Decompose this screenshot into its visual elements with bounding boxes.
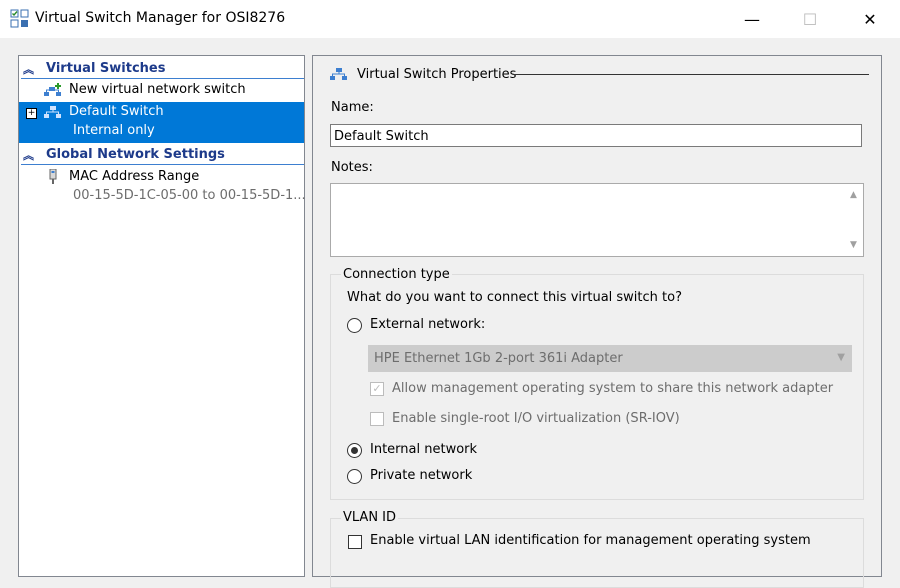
navigation-pane: ︽ Virtual Switches New virtual network s… [18, 55, 306, 577]
expand-plus-icon[interactable]: + [26, 108, 37, 119]
internal-network-radio[interactable] [347, 443, 362, 458]
chevron-down-icon: ▼ [837, 352, 845, 363]
scroll-up-icon[interactable]: ▲ [850, 190, 857, 200]
collapse-chevron-icon[interactable]: ︽ [23, 61, 34, 77]
network-switch-icon [44, 106, 61, 118]
vlan-enable-checkbox[interactable] [348, 535, 362, 549]
sriov-label: Enable single-root I/O virtualization (S… [392, 411, 680, 426]
properties-header: Virtual Switch Properties [329, 66, 869, 86]
section-header-label: Global Network Settings [46, 147, 225, 162]
radio-selected-dot [351, 447, 358, 454]
private-network-label[interactable]: Private network [370, 468, 472, 483]
vlan-enable-label[interactable]: Enable virtual LAN identification for ma… [370, 533, 811, 548]
close-button[interactable]: ✕ [844, 0, 896, 38]
allow-management-label: Allow management operating system to sha… [392, 381, 834, 396]
window-title: Virtual Switch Manager for OSI8276 [35, 10, 286, 26]
tree-item-label: MAC Address Range [69, 169, 200, 184]
scroll-down-icon[interactable]: ▼ [850, 240, 857, 250]
tree-item-label: New virtual network switch [69, 82, 246, 97]
tree-item-mac-address-range[interactable]: MAC Address Range 00-15-5D-1C-05-00 to 0… [19, 167, 306, 207]
section-virtual-switches[interactable]: ︽ Virtual Switches [19, 59, 304, 79]
section-header-label: Virtual Switches [46, 61, 166, 76]
sriov-checkbox[interactable] [370, 412, 384, 426]
allow-management-checkbox[interactable]: ✓ [370, 382, 384, 396]
section-divider [21, 164, 304, 165]
collapse-chevron-icon[interactable]: ︽ [23, 147, 34, 163]
tree-item-new-switch[interactable]: New virtual network switch [19, 80, 304, 102]
maximize-button[interactable]: ☐ [784, 0, 836, 38]
external-network-radio[interactable] [347, 318, 362, 333]
tree-item-sublabel: Internal only [73, 123, 155, 138]
vlan-label: VLAN ID [341, 510, 399, 525]
section-divider [21, 78, 304, 79]
properties-pane: Virtual Switch Properties Name: Default … [312, 55, 882, 588]
tree-item-default-switch[interactable]: + Default Switch Internal only [19, 102, 304, 143]
external-network-label[interactable]: External network: [370, 317, 485, 332]
section-global-network-settings[interactable]: ︽ Global Network Settings [19, 145, 304, 165]
tree-item-label: Default Switch [69, 104, 164, 119]
connection-question: What do you want to connect this virtual… [347, 290, 682, 305]
mac-address-icon [49, 169, 57, 184]
internal-network-label[interactable]: Internal network [370, 442, 477, 457]
private-network-radio[interactable] [347, 469, 362, 484]
vlan-group [330, 518, 864, 588]
adapter-select[interactable]: HPE Ethernet 1Gb 2-port 361i Adapter ▼ [368, 345, 852, 372]
properties-title: Virtual Switch Properties [357, 67, 517, 82]
new-switch-icon [44, 83, 61, 96]
name-field[interactable]: Default Switch [330, 124, 862, 147]
adapter-select-value: HPE Ethernet 1Gb 2-port 361i Adapter [374, 351, 623, 366]
notes-label: Notes: [331, 160, 373, 175]
network-switch-icon [330, 68, 347, 80]
notes-field[interactable]: ▲ ▼ [330, 183, 864, 257]
minimize-button[interactable]: — [726, 0, 778, 38]
header-rule [513, 74, 869, 75]
connection-type-label: Connection type [341, 267, 452, 282]
name-label: Name: [331, 100, 374, 115]
virtual-switch-manager-icon [10, 9, 29, 28]
title-bar: Virtual Switch Manager for OSI8276 — ☐ ✕ [0, 0, 900, 38]
notes-scrollbar[interactable]: ▲ ▼ [846, 184, 863, 256]
tree-item-sublabel: 00-15-5D-1C-05-00 to 00-15-5D-1... [73, 188, 306, 203]
